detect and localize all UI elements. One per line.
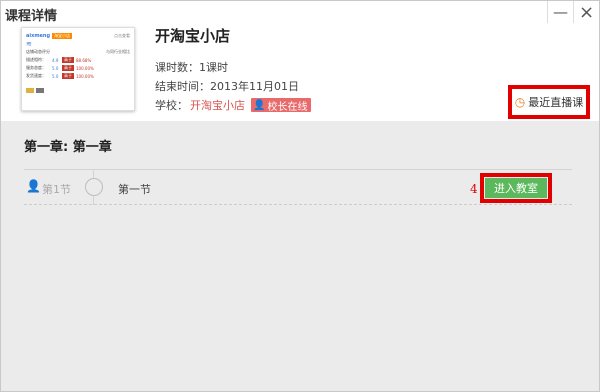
card-icon — [26, 87, 34, 93]
enter-classroom-button[interactable]: 进入教室 — [485, 178, 547, 198]
window-controls: — × — [547, 1, 599, 23]
printer-icon — [36, 87, 44, 93]
course-hours: 课时数：1课时 — [155, 59, 228, 75]
lesson-tag: 第1节 — [42, 183, 71, 196]
thumb-brand: aixmeng — [26, 33, 51, 39]
close-button[interactable]: × — [573, 1, 599, 23]
clock-icon: ◷ — [514, 95, 526, 109]
divider — [24, 204, 572, 205]
user-icon: 👤 — [26, 179, 41, 193]
window-title: 课程详情 — [5, 9, 58, 24]
thumb-row-label: 发货速度： — [26, 73, 46, 78]
thumb-row-pct: 100.00% — [76, 65, 94, 71]
step-number: 4 — [470, 182, 478, 196]
course-title: 开淘宝小店 — [155, 27, 231, 45]
end-label: 结束时间： — [155, 80, 210, 93]
thumb-summary-label: 店铺动态评分 — [26, 49, 50, 54]
thumb-row-label: 服务态度： — [26, 65, 46, 70]
wifi-icon: ≋ — [26, 40, 32, 48]
end-value: 2013年11月01日 — [210, 80, 299, 93]
principal-badge-label: 校长在线 — [267, 101, 308, 113]
hours-value: 1课时 — [199, 61, 228, 74]
thumb-row-label: 描述相符： — [26, 57, 46, 62]
principal-online-badge[interactable]: 👤 校长在线 — [251, 98, 312, 113]
thumb-row-score: 5.0 — [52, 65, 59, 71]
thumb-row-badge: 高于 — [62, 65, 74, 71]
course-thumbnail[interactable]: aixmeng 淘宝小店 点击查看 ≋ 店铺动态评分 与同行业相比 描述相符： … — [21, 27, 135, 111]
timeline-node — [85, 178, 103, 196]
hours-label: 课时数： — [155, 61, 199, 74]
divider — [24, 169, 572, 170]
thumb-row-score: 4.9 — [52, 57, 59, 63]
thumb-row-pct: 100.00% — [76, 73, 94, 79]
enter-classroom-highlight: 进入教室 — [480, 173, 552, 203]
recent-live-button[interactable]: ◷ 最近直播课 — [508, 85, 590, 119]
recent-live-label: 最近直播课 — [528, 96, 584, 109]
user-icon: 👤 — [253, 99, 266, 111]
course-header: 课程详情 — × aixmeng 淘宝小店 点击查看 ≋ 店铺动态评分 与同行业… — [1, 1, 599, 121]
thumb-link: 点击查看 — [114, 33, 130, 38]
school-label: 学校： — [155, 99, 188, 112]
thumb-row-pct: 88.68% — [76, 57, 92, 63]
thumb-row-badge: 高于 — [62, 57, 74, 63]
thumb-summary-right: 与同行业相比 — [106, 49, 130, 54]
course-detail-window: 课程详情 — × aixmeng 淘宝小店 点击查看 ≋ 店铺动态评分 与同行业… — [0, 0, 600, 392]
chapter-title: 第一章: 第一章 — [24, 140, 112, 155]
minimize-button[interactable]: — — [547, 1, 573, 23]
thumb-row-badge: 高于 — [62, 73, 74, 79]
course-end-time: 结束时间：2013年11月01日 — [155, 78, 299, 94]
thumb-tag: 淘宝小店 — [52, 33, 73, 39]
school-link[interactable]: 开淘宝小店 — [190, 97, 245, 113]
lesson-name: 第一节 — [118, 183, 151, 196]
course-school: 学校： 开淘宝小店 👤 校长在线 — [155, 97, 312, 113]
thumb-row-score: 5.0 — [52, 73, 59, 79]
